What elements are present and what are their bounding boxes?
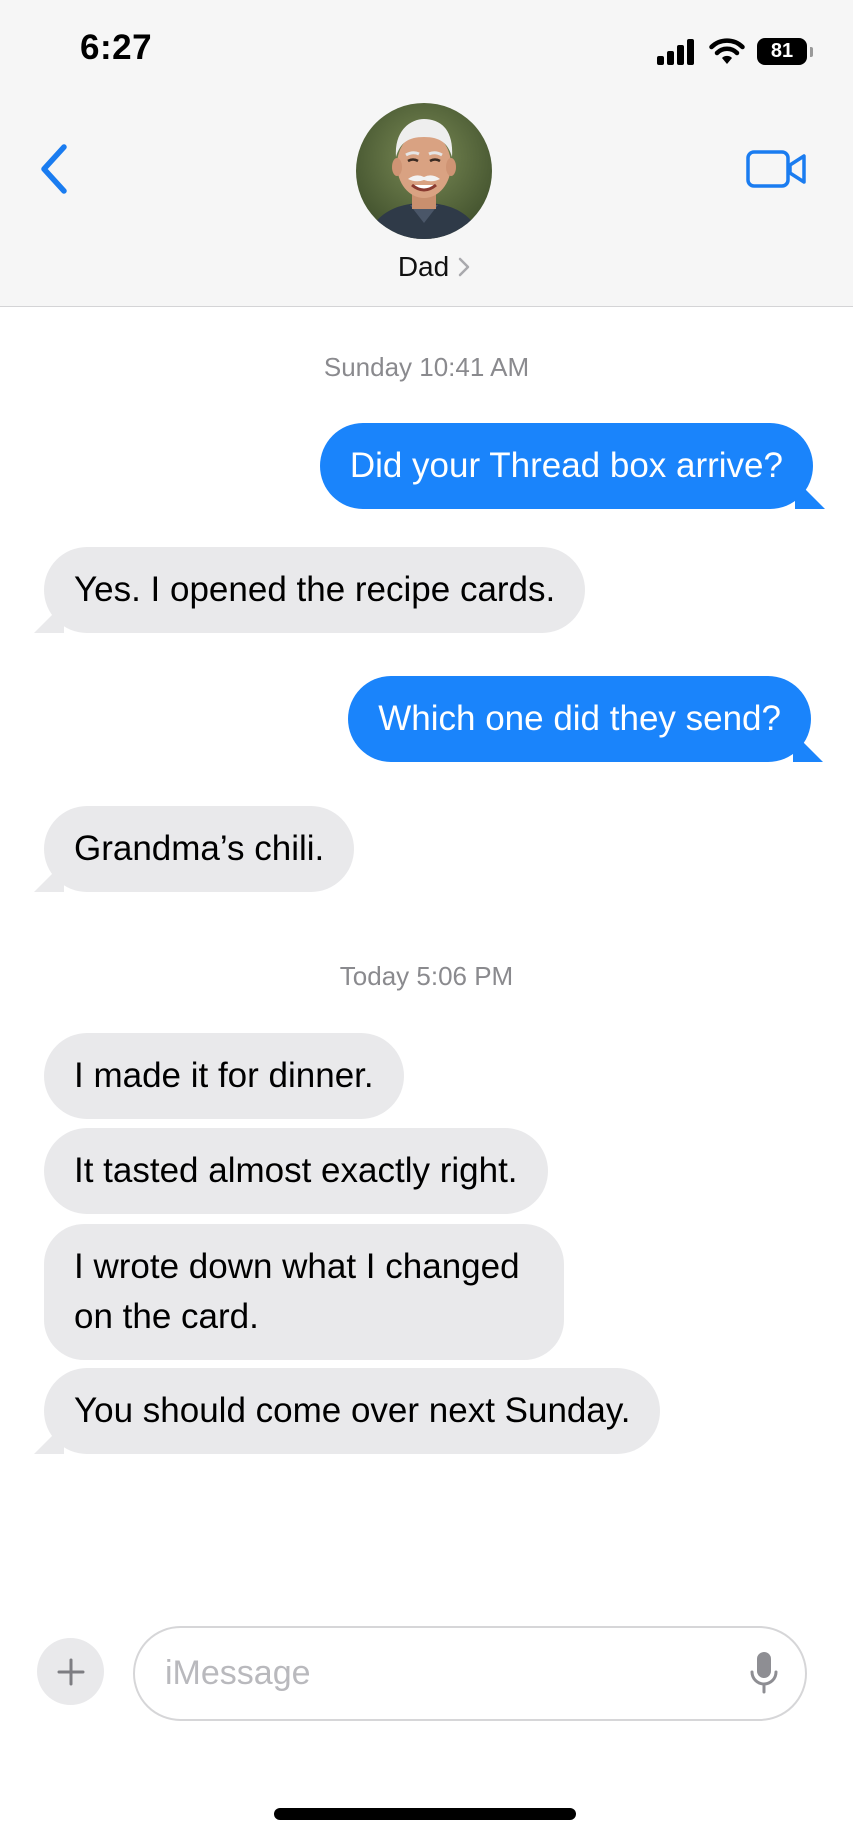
sent-message[interactable]: Did your Thread box arrive?	[319, 423, 813, 509]
received-message[interactable]: Grandma’s chili.	[44, 806, 355, 892]
contact-name: Dad	[397, 251, 450, 282]
message-text: Yes. I opened the recipe cards.	[74, 570, 556, 609]
video-call-icon[interactable]	[746, 148, 808, 190]
status-icons: 81	[657, 35, 813, 67]
message-text: Which one did they send?	[378, 699, 781, 738]
conversation-header: 6:27 81 Dad	[0, 0, 853, 307]
message-input-field[interactable]	[133, 1626, 807, 1721]
chevron-right-icon	[458, 257, 470, 277]
apps-plus-button[interactable]	[37, 1638, 104, 1705]
message-input[interactable]	[165, 1628, 725, 1719]
sent-message[interactable]: Which one did they send?	[348, 676, 811, 762]
received-message[interactable]: Yes. I opened the recipe cards.	[44, 547, 586, 633]
received-message[interactable]: You should come over next Sunday.	[44, 1368, 661, 1454]
message-text: Did your Thread box arrive?	[349, 446, 783, 485]
microphone-icon[interactable]	[749, 1650, 779, 1696]
battery-level: 81	[770, 39, 794, 62]
received-message[interactable]: I wrote down what I changed on the card.	[44, 1224, 564, 1360]
messages-screen: 6:27 81 Dad Sunday 10:41 AM Did your Thr…	[0, 0, 853, 1844]
plus-icon	[57, 1658, 84, 1685]
message-text: I wrote down what I changed on the card.	[74, 1247, 520, 1336]
message-text: I made it for dinner.	[74, 1056, 374, 1095]
received-message[interactable]: It tasted almost exactly right.	[44, 1128, 548, 1214]
message-text: It tasted almost exactly right.	[74, 1151, 518, 1190]
received-message[interactable]: I made it for dinner.	[44, 1033, 404, 1119]
battery-icon: 81	[757, 37, 813, 65]
timestamp-today: Today 5:06 PM	[339, 961, 514, 991]
wifi-icon	[709, 38, 745, 64]
contact-name-button[interactable]: Dad	[0, 251, 853, 283]
contact-avatar[interactable]	[356, 103, 492, 239]
avatar-photo	[356, 103, 492, 239]
status-time: 6:27	[80, 28, 153, 67]
timestamp-sunday: Sunday 10:41 AM	[323, 352, 530, 382]
cellular-signal-icon	[657, 39, 694, 65]
home-indicator[interactable]	[274, 1808, 576, 1820]
back-chevron-icon[interactable]	[36, 143, 72, 195]
message-text: Grandma’s chili.	[74, 829, 325, 868]
message-text: You should come over next Sunday.	[74, 1391, 631, 1430]
